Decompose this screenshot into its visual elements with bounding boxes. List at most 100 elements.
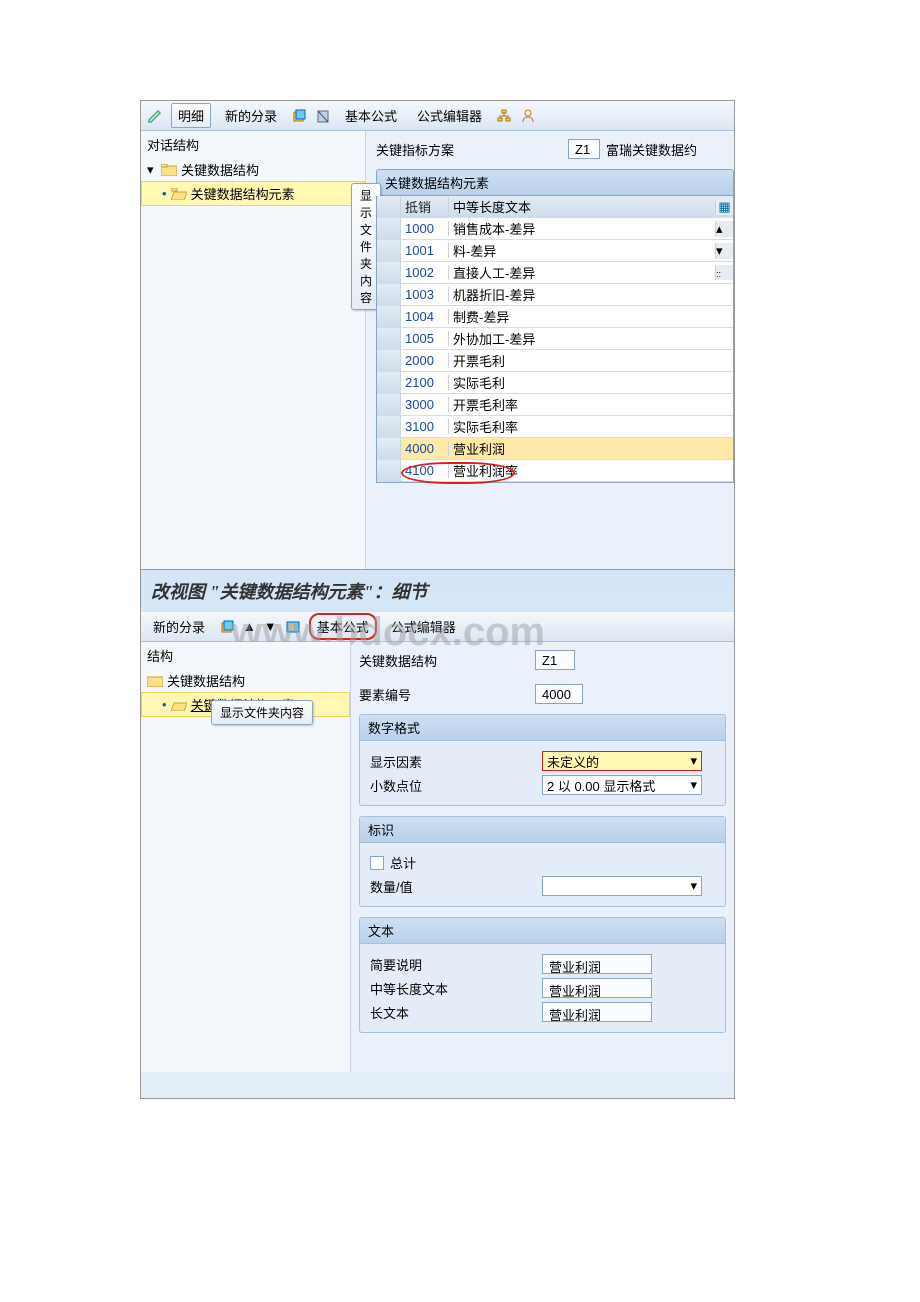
cell-code: 3000	[401, 397, 449, 412]
row-selector[interactable]	[377, 394, 401, 415]
new-entry-button[interactable]: 新的分录	[147, 615, 211, 638]
cell-code: 1000	[401, 221, 449, 236]
tree-node-label: 关键数据结构	[167, 671, 245, 690]
medium-text-input[interactable]: 营业利润	[542, 978, 652, 998]
table-row[interactable]: 1005外协加工-差异	[377, 328, 733, 350]
cell-text: 营业利润	[449, 439, 715, 458]
toolbar: 明细 新的分录 基本公式 公式编辑器	[141, 101, 734, 131]
table-row[interactable]: 3000开票毛利率	[377, 394, 733, 416]
group-number-format: 数字格式 显示因素 未定义的▾ 小数点位 2 以 0.00 显示格式▾	[359, 714, 726, 806]
cell-text: 开票毛利率	[449, 395, 715, 414]
tree-title: 对话结构	[141, 131, 365, 158]
pencil-icon[interactable]	[147, 107, 163, 124]
table-row[interactable]: 1004制费-差异	[377, 306, 733, 328]
table-row[interactable]: 1002直接人工-差异::	[377, 262, 733, 284]
row-selector[interactable]	[377, 438, 401, 459]
decimals-label: 小数点位	[370, 776, 460, 795]
tree-node-structure[interactable]: ▾ 关键数据结构	[141, 158, 365, 181]
elements-table: 抵销 中等长度文本 ▦ 1000销售成本-差异▴1001料-差异▾1002直接人…	[376, 196, 734, 483]
row-selector[interactable]	[377, 350, 401, 371]
col-text[interactable]: 中等长度文本	[449, 197, 715, 216]
cell-text: 外协加工-差异	[449, 329, 715, 348]
row-selector[interactable]	[377, 262, 401, 283]
row-selector[interactable]	[377, 460, 401, 481]
chevron-down-icon: ▾	[690, 777, 697, 793]
basic-formula-button[interactable]: 基本公式	[309, 613, 377, 640]
decimals-select[interactable]: 2 以 0.00 显示格式▾	[542, 775, 702, 795]
formula-editor-button[interactable]: 公式编辑器	[411, 104, 488, 127]
short-text-input[interactable]: 营业利润	[542, 954, 652, 974]
tree-node-label: 关键数据结构	[181, 160, 259, 179]
qty-select[interactable]: ▾	[542, 876, 702, 896]
row-selector[interactable]	[377, 372, 401, 393]
display-factor-select[interactable]: 未定义的▾	[542, 751, 702, 771]
group-header: 文本	[360, 918, 725, 944]
expand-arrow-icon[interactable]: ▾	[147, 162, 157, 178]
hierarchy-icon[interactable]	[496, 107, 512, 124]
total-checkbox[interactable]	[370, 856, 384, 870]
cell-text: 开票毛利	[449, 351, 715, 370]
tree-node-structure[interactable]: 关键数据结构	[141, 669, 350, 692]
nav-icon[interactable]	[285, 618, 301, 635]
col-code[interactable]: 抵销	[401, 197, 449, 216]
section-header: 关键数据结构元素	[376, 169, 734, 196]
row-selector[interactable]	[377, 306, 401, 327]
screenshot-detail-view: www.bdocx.com 改视图 "关键数据结构元素"：细节 新的分录 ▲ ▼…	[140, 569, 735, 1099]
scrollbar[interactable]: ▾	[715, 243, 733, 259]
scrollbar[interactable]: ::	[715, 265, 733, 280]
cell-code: 1005	[401, 331, 449, 346]
basic-formula-button[interactable]: 基本公式	[339, 104, 403, 127]
cell-code: 2000	[401, 353, 449, 368]
down-arrow-icon[interactable]: ▼	[264, 619, 277, 634]
cell-text: 实际毛利	[449, 373, 715, 392]
table-row[interactable]: 4000营业利润	[377, 438, 733, 460]
cell-code: 1002	[401, 265, 449, 280]
copy-icon[interactable]	[219, 618, 235, 635]
cell-text: 直接人工-差异	[449, 263, 715, 282]
cell-code: 1003	[401, 287, 449, 302]
table-row[interactable]: 1003机器折旧-差异	[377, 284, 733, 306]
copy-icon[interactable]	[291, 107, 307, 124]
chevron-down-icon: ▾	[690, 878, 697, 894]
formula-editor-button[interactable]: 公式编辑器	[385, 615, 462, 638]
row-selector[interactable]	[377, 416, 401, 437]
table-row[interactable]: 3100实际毛利率	[377, 416, 733, 438]
row-selector[interactable]	[377, 328, 401, 349]
tree-panel: 对话结构 ▾ 关键数据结构 • 关键数据结构元素 显示文件夹内容	[141, 131, 366, 570]
detail-button[interactable]: 明细	[171, 103, 211, 128]
screenshot-list-view: 明细 新的分录 基本公式 公式编辑器 对话结构 ▾ 关键数据结构 • 关键数据结…	[140, 100, 735, 570]
delete-icon[interactable]	[315, 107, 331, 124]
table-row[interactable]: 2100实际毛利	[377, 372, 733, 394]
cell-code: 4100	[401, 463, 449, 478]
row-selector[interactable]	[377, 240, 401, 261]
scheme-input[interactable]: Z1	[568, 139, 600, 159]
tree-node-elements[interactable]: • 关键数据结构元素	[141, 181, 365, 206]
qty-label: 数量/值	[370, 877, 460, 896]
struct-input[interactable]: Z1	[535, 650, 575, 670]
cell-code: 4000	[401, 441, 449, 456]
elem-input[interactable]: 4000	[535, 684, 583, 704]
long-text-label: 长文本	[370, 1003, 460, 1022]
cell-code: 2100	[401, 375, 449, 390]
scrollbar[interactable]: ▴	[715, 221, 733, 237]
table-row[interactable]: 2000开票毛利	[377, 350, 733, 372]
new-entry-button[interactable]: 新的分录	[219, 104, 283, 127]
config-icon[interactable]: ▦	[715, 199, 733, 215]
table-row[interactable]: 4100营业利润率	[377, 460, 733, 482]
group-flag: 标识 总计 数量/值 ▾	[359, 816, 726, 907]
cell-text: 料-差异	[449, 241, 715, 260]
scheme-label: 关键指标方案	[376, 140, 486, 159]
elem-label: 要素编号	[359, 685, 529, 704]
up-arrow-icon[interactable]: ▲	[243, 619, 256, 634]
folder-open-icon	[171, 188, 187, 200]
scheme-text: 富瑞关键数据约	[606, 140, 697, 159]
person-icon[interactable]	[520, 107, 536, 124]
table-row[interactable]: 1001料-差异▾	[377, 240, 733, 262]
row-selector[interactable]	[377, 284, 401, 305]
view-title: 改视图 "关键数据结构元素"：细节	[141, 570, 734, 612]
long-text-input[interactable]: 营业利润	[542, 1002, 652, 1022]
folder-icon	[161, 164, 177, 176]
cell-code: 1004	[401, 309, 449, 324]
row-selector[interactable]	[377, 218, 401, 239]
table-row[interactable]: 1000销售成本-差异▴	[377, 218, 733, 240]
